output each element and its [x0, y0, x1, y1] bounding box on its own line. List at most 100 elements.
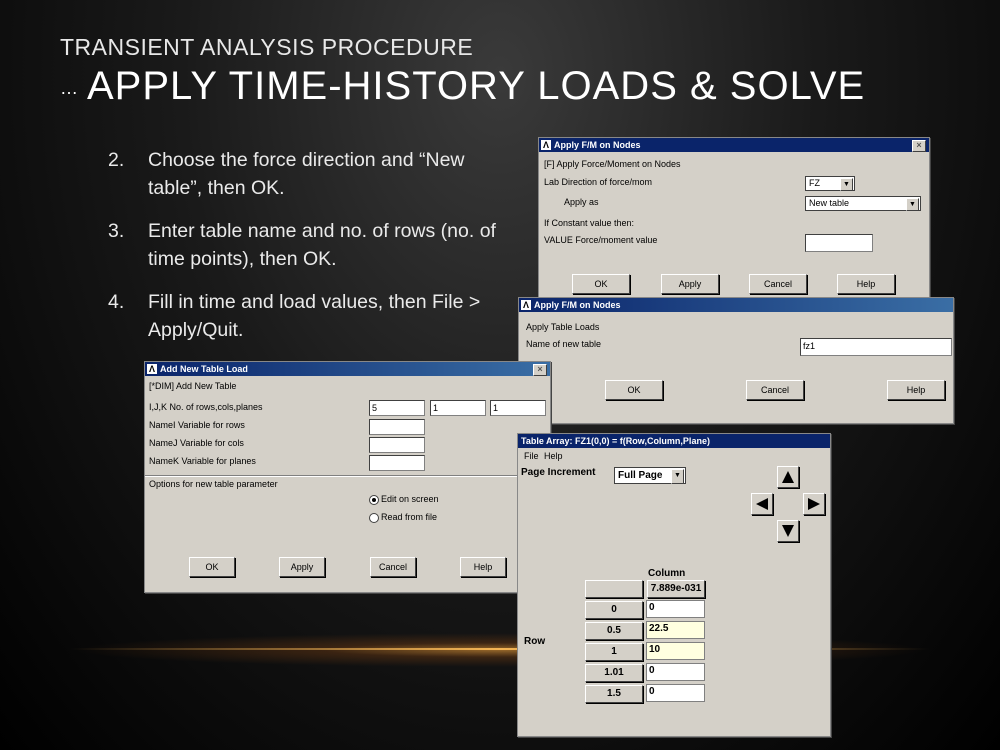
- column-header[interactable]: 7.889e-031: [647, 580, 705, 598]
- dialog-header: [*DIM] Add New Table: [149, 381, 237, 391]
- apply-button[interactable]: Apply: [279, 557, 325, 577]
- force-value-input[interactable]: [805, 234, 873, 252]
- table-array-window: Table Array: FZ1(0,0) = f(Row,Column,Pla…: [517, 433, 831, 737]
- column-label: Column: [648, 568, 686, 579]
- bullet-text: Choose the force direction and “New tabl…: [148, 149, 465, 199]
- namei-label: NameI Variable for rows: [149, 420, 245, 430]
- arrow-down-icon: [782, 525, 794, 537]
- page-increment-select[interactable]: Full Page ▼: [614, 467, 686, 484]
- bullet-item: 3. Enter table name and no. of rows (no. …: [108, 217, 518, 273]
- title-ellipsis: …: [60, 77, 79, 98]
- table-cell[interactable]: 22.5: [646, 621, 705, 639]
- row-header[interactable]: 1: [585, 643, 643, 661]
- arrow-up-button[interactable]: [777, 466, 799, 488]
- table-cell[interactable]: 0: [646, 600, 705, 618]
- ansys-logo-icon: Λ: [147, 364, 157, 374]
- menu-help[interactable]: Help: [544, 451, 563, 461]
- bullet-number: 3.: [108, 220, 125, 242]
- constant-label: If Constant value then:: [544, 218, 635, 228]
- lab-label: Lab Direction of force/mom: [544, 177, 653, 187]
- dialog-titlebar[interactable]: Λ Apply F/M on Nodes ×: [539, 138, 929, 152]
- bullet-number: 4.: [108, 291, 125, 313]
- value-label: VALUE Force/moment value: [544, 235, 658, 245]
- namej-label: NameJ Variable for cols: [149, 438, 244, 448]
- row-header[interactable]: 0: [585, 601, 643, 619]
- dialog-header: [F] Apply Force/Moment on Nodes: [544, 159, 681, 169]
- help-button[interactable]: Help: [837, 274, 895, 294]
- window-titlebar[interactable]: Table Array: FZ1(0,0) = f(Row,Column,Pla…: [518, 434, 830, 448]
- cancel-button[interactable]: Cancel: [370, 557, 416, 577]
- table-cell[interactable]: 10: [646, 642, 705, 660]
- apply-fm-dialog: Λ Apply F/M on Nodes × [F] Apply Force/M…: [538, 137, 930, 299]
- window-title: Table Array: FZ1(0,0) = f(Row,Column,Pla…: [521, 436, 710, 446]
- bullet-list: 2. Choose the force direction and “New ta…: [108, 146, 518, 359]
- slide-title: … APPLY TIME-HISTORY LOADS & SOLVE: [60, 64, 865, 109]
- ok-button[interactable]: OK: [189, 557, 235, 577]
- direction-value: FZ: [809, 178, 820, 188]
- bullet-item: 4. Fill in time and load values, then Fil…: [108, 288, 518, 344]
- ijk-label: I,J,K No. of rows,cols,planes: [149, 402, 263, 412]
- apply-as-value: New table: [809, 198, 850, 208]
- slide-subtitle: TRANSIENT ANALYSIS PROCEDURE: [60, 34, 474, 60]
- namek-input[interactable]: [369, 455, 425, 471]
- help-button[interactable]: Help: [460, 557, 506, 577]
- apply-button[interactable]: Apply: [661, 274, 719, 294]
- apply-as-select[interactable]: New table ▼: [805, 196, 921, 211]
- apply-as-label: Apply as: [564, 197, 599, 207]
- chevron-down-icon[interactable]: ▼: [840, 178, 853, 191]
- table-name-input[interactable]: fz1: [800, 338, 952, 356]
- dialog-header: Apply Table Loads: [526, 322, 600, 332]
- bullet-text: Enter table name and no. of rows (no. of…: [148, 220, 496, 270]
- direction-select[interactable]: FZ ▼: [805, 176, 855, 191]
- title-text: APPLY TIME-HISTORY LOADS & SOLVE: [87, 64, 866, 108]
- chevron-down-icon[interactable]: ▼: [906, 198, 919, 211]
- edit-on-screen-label: Edit on screen: [381, 494, 439, 504]
- arrow-down-button[interactable]: [777, 520, 799, 542]
- chevron-down-icon[interactable]: ▼: [671, 469, 684, 484]
- arrow-up-icon: [782, 471, 794, 483]
- table-cell[interactable]: 0: [646, 684, 705, 702]
- read-from-file-label: Read from file: [381, 512, 438, 522]
- read-from-file-radio[interactable]: [369, 513, 379, 523]
- arrow-right-button[interactable]: [803, 493, 825, 515]
- table-cell[interactable]: 0: [646, 663, 705, 681]
- add-new-table-dialog: Λ Add New Table Load × [*DIM] Add New Ta…: [144, 361, 551, 593]
- dialog-titlebar[interactable]: Λ Add New Table Load ×: [145, 362, 550, 376]
- row-header[interactable]: 1.5: [585, 685, 643, 703]
- rows-input[interactable]: 5: [369, 400, 425, 416]
- table-name-label: Name of new table: [526, 339, 602, 349]
- page-increment-label: Page Increment: [521, 467, 596, 478]
- bullet-text: Fill in time and load values, then File …: [148, 291, 481, 341]
- namei-input[interactable]: [369, 419, 425, 435]
- dialog-title: Add New Table Load: [160, 364, 248, 374]
- edit-on-screen-radio[interactable]: [369, 495, 379, 505]
- ok-button[interactable]: OK: [572, 274, 630, 294]
- ansys-logo-icon: Λ: [541, 140, 551, 150]
- planes-input[interactable]: 1: [490, 400, 546, 416]
- cancel-button[interactable]: Cancel: [746, 380, 804, 400]
- row-header[interactable]: 1.01: [585, 664, 643, 682]
- row-label: Row: [524, 636, 546, 647]
- close-icon[interactable]: ×: [912, 140, 926, 152]
- page-increment-value: Full Page: [618, 470, 663, 481]
- bullet-item: 2. Choose the force direction and “New ta…: [108, 146, 518, 202]
- apply-table-loads-dialog: Λ Apply F/M on Nodes Apply Table Loads N…: [518, 297, 954, 424]
- cancel-button[interactable]: Cancel: [749, 274, 807, 294]
- divider: [145, 475, 550, 477]
- row-header[interactable]: 0.5: [585, 622, 643, 640]
- close-icon[interactable]: ×: [533, 364, 547, 376]
- arrow-right-icon: [808, 498, 820, 510]
- namej-input[interactable]: [369, 437, 425, 453]
- ansys-logo-icon: Λ: [521, 300, 531, 310]
- corner-cell: [585, 580, 643, 598]
- arrow-left-button[interactable]: [751, 493, 773, 515]
- cols-input[interactable]: 1: [430, 400, 486, 416]
- dialog-title: Apply F/M on Nodes: [534, 300, 621, 310]
- namek-label: NameK Variable for planes: [149, 456, 256, 466]
- menu-file[interactable]: File: [524, 451, 539, 461]
- ok-button[interactable]: OK: [605, 380, 663, 400]
- dialog-titlebar[interactable]: Λ Apply F/M on Nodes: [519, 298, 953, 312]
- arrow-left-icon: [756, 498, 768, 510]
- options-label: Options for new table parameter: [149, 479, 278, 489]
- help-button[interactable]: Help: [887, 380, 945, 400]
